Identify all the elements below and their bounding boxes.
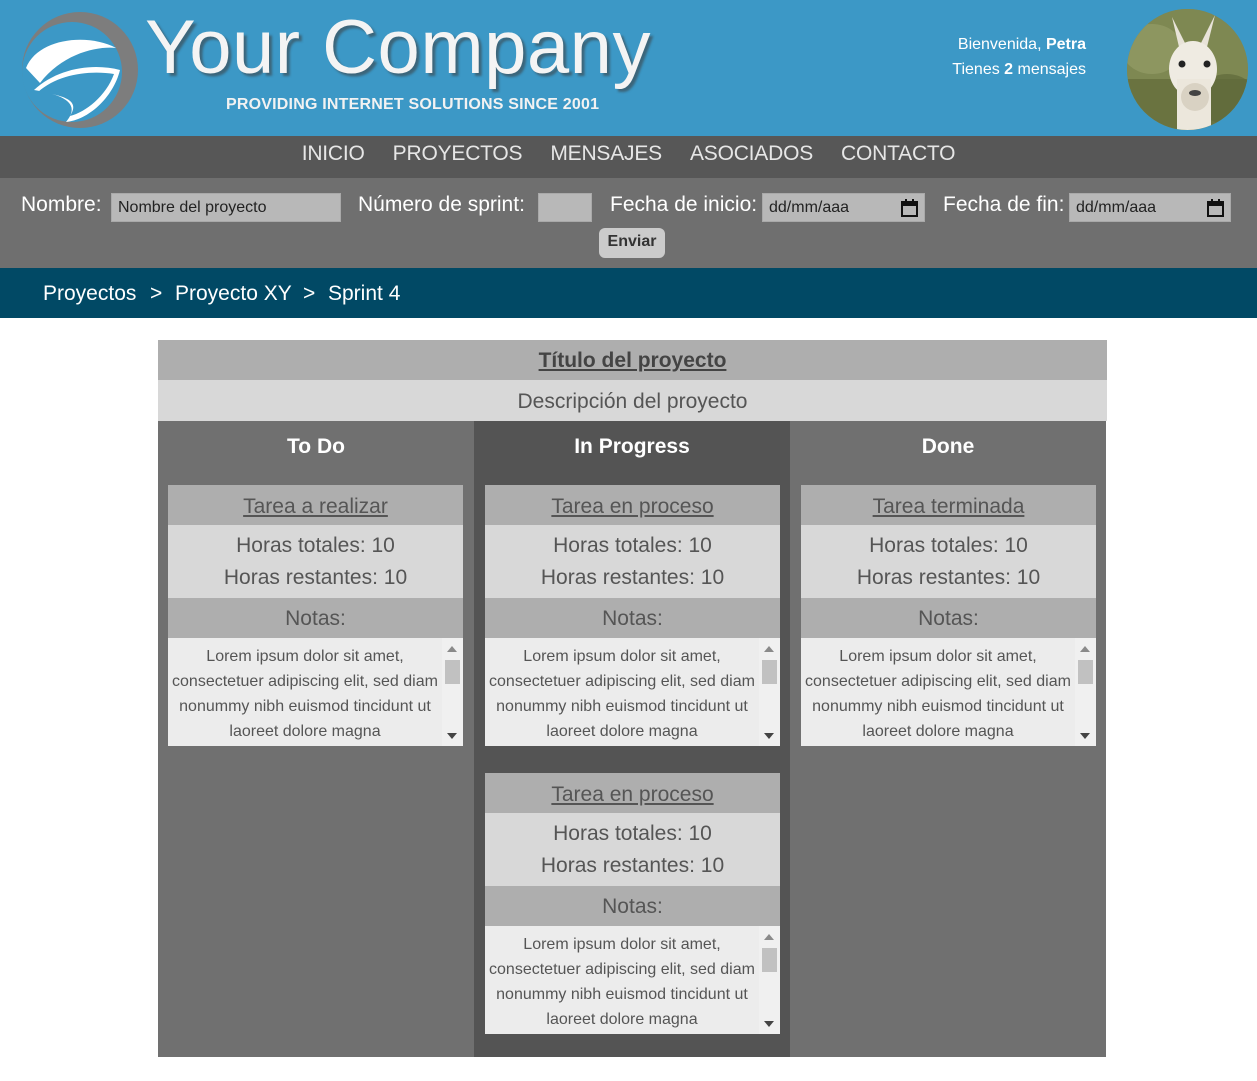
nav-item-asociados[interactable]: ASOCIADOS [690,136,813,172]
start-date-input[interactable]: dd/mm/aaa [762,193,925,222]
scroll-down-icon[interactable] [447,733,457,739]
sprint-label: Número de sprint: [358,193,525,216]
scroll-down-icon[interactable] [764,1021,774,1027]
nav-item-contacto[interactable]: CONTACTO [841,136,955,172]
welcome-line: Bienvenida, Petra [952,32,1086,57]
project-description: Descripción del proyecto [158,380,1107,421]
messages-count: 2 [1004,61,1014,78]
scroll-down-icon[interactable] [1080,733,1090,739]
nav-item-inicio[interactable]: INICIO [302,136,365,172]
task-notes-label: Notas: [485,598,780,638]
task-hours: Horas totales: 10 Horas restantes: 10 [485,525,780,598]
column-heading: In Progress [574,435,690,458]
task-title[interactable]: Tarea en proceso [485,485,780,525]
nav-item-mensajes[interactable]: MENSAJES [550,136,662,172]
scroll-thumb[interactable] [762,948,777,972]
calendar-icon[interactable] [1207,199,1224,217]
notes-scrollbar[interactable] [1075,638,1096,746]
start-date-label: Fecha de inicio: [610,193,758,216]
task-hours: Horas totales: 10 Horas restantes: 10 [801,525,1096,598]
submit-button[interactable]: Enviar [599,228,665,258]
task-hours: Horas totales: 10 Horas restantes: 10 [168,525,463,598]
task-notes-text: Lorem ipsum dolor sit amet, consectetuer… [489,936,755,1028]
task-remaining-hours: Horas restantes: 10 [856,566,1041,589]
task-title[interactable]: Tarea en proceso [485,773,780,813]
welcome-box: Bienvenida, Petra Tienes 2 mensajes [952,32,1086,82]
company-name: Your Company [145,5,651,90]
end-date-label: Fecha de fin: [943,193,1065,216]
column-done: Done Tarea terminada Horas totales: 10 H… [790,421,1106,1057]
task-total-hours: Horas totales: 10 [553,822,712,845]
task-notes-box[interactable]: Lorem ipsum dolor sit amet, consectetuer… [485,926,780,1034]
scroll-up-icon[interactable] [764,646,774,652]
scroll-thumb[interactable] [762,660,777,684]
project-filter-form: Nombre: Nombre del proyecto Número de sp… [0,178,1257,268]
task-card: Tarea en proceso Horas totales: 10 Horas… [485,773,780,1034]
task-notes-box[interactable]: Lorem ipsum dolor sit amet, consectetuer… [801,638,1096,746]
task-remaining-hours: Horas restantes: 10 [540,854,725,877]
task-title[interactable]: Tarea terminada [801,485,1096,525]
task-total-hours: Horas totales: 10 [236,534,395,557]
task-title[interactable]: Tarea a realizar [168,485,463,525]
task-hours: Horas totales: 10 Horas restantes: 10 [485,813,780,886]
calendar-icon[interactable] [901,199,918,217]
notes-scrollbar[interactable] [759,926,780,1034]
name-label: Nombre: [21,193,102,216]
scroll-down-icon[interactable] [764,733,774,739]
task-remaining-hours: Horas restantes: 10 [223,566,408,589]
column-todo: To Do Tarea a realizar Horas totales: 10… [158,421,474,1057]
start-date-placeholder: dd/mm/aaa [769,199,850,216]
task-notes-box[interactable]: Lorem ipsum dolor sit amet, consectetuer… [168,638,463,746]
task-notes-label: Notas: [168,598,463,638]
avatar[interactable] [1127,9,1248,130]
welcome-prefix: Bienvenida, [957,36,1046,53]
company-logo-icon [22,12,138,128]
breadcrumb-item-proyecto-xy[interactable]: Proyecto XY [175,268,292,320]
column-in-progress: In Progress Tarea en proceso Horas total… [474,421,790,1057]
site-header: Your Company PROVIDING INTERNET SOLUTION… [0,0,1257,136]
messages-line[interactable]: Tienes 2 mensajes [952,57,1086,82]
task-notes-text: Lorem ipsum dolor sit amet, consectetuer… [172,648,438,740]
task-notes-label: Notas: [485,886,780,926]
company-tagline: PROVIDING INTERNET SOLUTIONS SINCE 2001 [226,96,600,113]
main-nav: INICIO PROYECTOS MENSAJES ASOCIADOS CONT… [0,136,1257,178]
task-notes-label: Notas: [801,598,1096,638]
end-date-input[interactable]: dd/mm/aaa [1069,193,1231,222]
scroll-up-icon[interactable] [447,646,457,652]
task-notes-text: Lorem ipsum dolor sit amet, consectetuer… [489,648,755,740]
task-notes-text: Lorem ipsum dolor sit amet, consectetuer… [805,648,1071,740]
breadcrumb-item-sprint[interactable]: Sprint 4 [328,268,400,320]
task-card: Tarea a realizar Horas totales: 10 Horas… [168,485,463,746]
messages-suffix: mensajes [1013,61,1086,78]
name-input[interactable]: Nombre del proyecto [111,193,341,222]
task-remaining-hours: Horas restantes: 10 [540,566,725,589]
task-total-hours: Horas totales: 10 [553,534,712,557]
scroll-thumb[interactable] [445,660,460,684]
breadcrumb-item-proyectos[interactable]: Proyectos [43,268,136,320]
task-total-hours: Horas totales: 10 [869,534,1028,557]
breadcrumb-separator: > [303,282,316,305]
end-date-placeholder: dd/mm/aaa [1076,199,1157,216]
breadcrumb-separator: > [150,282,163,305]
breadcrumb: Proyectos > Proyecto XY > Sprint 4 [0,268,1257,318]
user-name: Petra [1045,36,1086,53]
messages-prefix: Tienes [952,61,1005,78]
task-card: Tarea en proceso Horas totales: 10 Horas… [485,485,780,746]
task-card: Tarea terminada Horas totales: 10 Horas … [801,485,1096,746]
notes-scrollbar[interactable] [442,638,463,746]
nav-item-proyectos[interactable]: PROYECTOS [393,136,523,172]
llama-avatar-icon [1127,9,1248,130]
sprint-input[interactable] [538,193,592,222]
column-heading: To Do [287,435,345,458]
scroll-up-icon[interactable] [764,934,774,940]
scroll-up-icon[interactable] [1080,646,1090,652]
notes-scrollbar[interactable] [759,638,780,746]
column-heading: Done [921,435,975,458]
task-notes-box[interactable]: Lorem ipsum dolor sit amet, consectetuer… [485,638,780,746]
scroll-thumb[interactable] [1078,660,1093,684]
project-title[interactable]: Título del proyecto [158,340,1107,380]
